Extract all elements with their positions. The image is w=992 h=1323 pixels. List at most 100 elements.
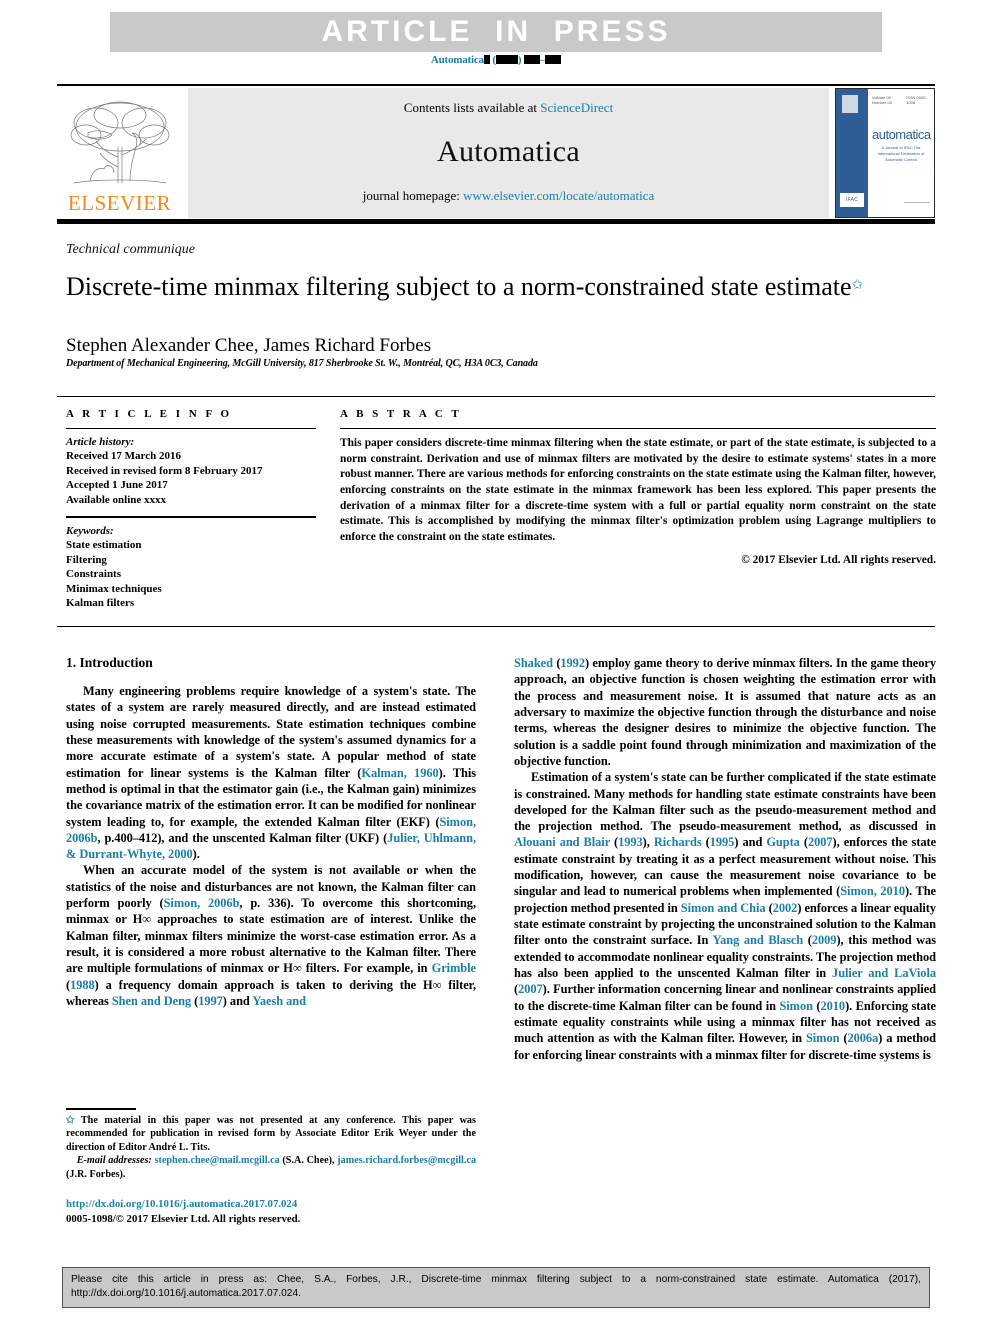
keyword-item: State estimation [66, 539, 142, 552]
citation-year-link[interactable]: 2007 [808, 835, 833, 849]
citation-link[interactable]: Gupta [766, 835, 800, 849]
article-history-item: Available online xxxx [66, 493, 167, 506]
paragraph-text: ( [609, 835, 619, 850]
paragraph-text: ( [803, 933, 812, 948]
citation-year-link[interactable]: 2002 [773, 901, 798, 915]
cover-issn: ISSN 0005-1098 [906, 95, 927, 105]
paragraph-text: ). [192, 847, 200, 862]
cover-journal-title: automatica [872, 127, 931, 142]
citation-year-link[interactable]: 1993 [618, 835, 643, 849]
abstract-heading: A B S T R A C T [340, 408, 462, 420]
journal-homepage-link[interactable]: www.elsevier.com/locate/automatica [463, 188, 654, 203]
abstract-text: This paper considers discrete-time minma… [340, 437, 936, 543]
article-authors: Stephen Alexander Chee, James Richard Fo… [66, 335, 432, 356]
citation-link[interactable]: Richards [654, 835, 702, 849]
paragraph-text: ( [765, 900, 773, 915]
paragraph-text: ) and [222, 993, 253, 1008]
cover-journal-subtitle: A Journal of IFAC The International Fede… [877, 145, 925, 162]
article-history-item: Received 17 March 2016 [66, 450, 181, 462]
running-head-journal: Automatica [430, 54, 484, 66]
running-head-startpage-placeholder [523, 55, 540, 64]
paragraph: Shaked (1992) employ game theory to deri… [514, 655, 936, 769]
paragraph-text: , p.400–412), and the unscented Kalman f… [97, 830, 388, 845]
contents-available-line: Contents lists available at ScienceDirec… [404, 100, 613, 116]
citation-year-link[interactable]: 1997 [198, 994, 223, 1008]
citation-link[interactable]: Kalman, 1960 [361, 766, 438, 780]
info-top-rule [57, 396, 935, 397]
email-link[interactable]: james.richard.forbes@mcgill.ca [337, 1155, 476, 1166]
email-link[interactable]: stephen.chee@mail.mcgill.ca [155, 1155, 280, 1166]
running-head: Automatica () – [0, 54, 992, 66]
article-info-column: A R T I C L E I N F O Article history: R… [66, 408, 316, 611]
paragraph-text: Estimation of a system's state can be fu… [514, 770, 936, 834]
citation-link[interactable]: Yang and Blasch [713, 933, 804, 947]
citation-link[interactable]: Grimble [432, 961, 476, 975]
doi-link[interactable]: http://dx.doi.org/10.1016/j.automatica.2… [66, 1197, 476, 1212]
article-info-heading: A R T I C L E I N F O [66, 408, 233, 420]
citation-link[interactable]: Shen and Deng [112, 994, 191, 1008]
citation-year-link[interactable]: 2010 [820, 999, 845, 1013]
citation-year-link[interactable]: 1992 [560, 656, 585, 670]
masthead-center: Contents lists available at ScienceDirec… [188, 88, 829, 218]
abstract-divider [340, 428, 936, 429]
keyword-item: Filtering [66, 553, 107, 566]
citation-link[interactable]: Julier and LaViola [832, 966, 936, 980]
article-title-text: Discrete-time minmax filtering subject t… [66, 272, 852, 301]
citation-link[interactable]: Simon, 2010 [840, 884, 905, 898]
citation-link[interactable]: Simon [806, 1031, 840, 1045]
cover-bottom-rule [904, 202, 930, 203]
article-in-press-label: ARTICLE IN PRESS [321, 15, 671, 48]
footnote-text: The material in this paper was not prese… [66, 1115, 476, 1153]
citation-link[interactable]: Alouani and Blair [514, 835, 610, 849]
running-head-endpage-placeholder [545, 55, 562, 64]
body-left-column: 1. Introduction Many engineering problem… [66, 655, 476, 1009]
keyword-item: Constraints [66, 568, 122, 581]
email-addresses-label: E-mail addresses: [76, 1155, 152, 1167]
article-history-label: Article history: [66, 436, 135, 448]
email-owner: (S.A. Chee), [279, 1155, 335, 1167]
journal-homepage-line: journal homepage: www.elsevier.com/locat… [363, 188, 655, 204]
abstract-column: A B S T R A C T This paper considers dis… [340, 408, 936, 566]
citation-year-link[interactable]: 1988 [70, 978, 95, 992]
sciencedirect-link[interactable]: ScienceDirect [540, 100, 613, 115]
paragraph: Estimation of a system's state can be fu… [514, 769, 936, 1063]
citation-link[interactable]: Yaesh and [252, 994, 306, 1008]
title-footnote-star-icon[interactable]: ✩ [852, 278, 864, 293]
paragraph-text: ), [642, 835, 654, 850]
cover-blue-strip: IFAC [836, 89, 868, 217]
citation-link[interactable]: Simon [779, 999, 813, 1013]
keywords-label: Keywords: [66, 525, 114, 538]
cover-volume-line: Volume 00 · Number 00 ISSN 0005-1098 [872, 95, 930, 105]
article-section-type: Technical communique [66, 242, 195, 257]
info-divider-1 [66, 428, 316, 429]
paragraph: Many engineering problems require knowle… [66, 683, 476, 862]
page-title: Discrete-time minmax filtering subject t… [66, 272, 906, 303]
elsevier-tree-icon [70, 101, 169, 184]
citation-year-link[interactable]: 2009 [812, 933, 837, 947]
citation-year-link[interactable]: 2006a [848, 1031, 879, 1045]
paragraph-text: ) and [734, 835, 767, 850]
footnote-block: ✩ The material in this paper was not pre… [66, 1114, 476, 1181]
masthead: ELSEVIER Contents lists available at Sci… [57, 88, 935, 218]
citation-link[interactable]: Shaked [514, 656, 553, 670]
abstract-bottom-rule [57, 626, 935, 627]
article-history-item: Accepted 1 June 2017 [66, 479, 168, 492]
paragraph-text: ) employ game theory to derive minmax fi… [514, 656, 936, 768]
paragraph-text: ( [799, 835, 808, 850]
masthead-top-rule [57, 84, 935, 86]
masthead-bottom-rule [57, 219, 935, 224]
paragraph-text: ( [701, 835, 710, 850]
cover-ifac-logo-icon: IFAC [840, 193, 864, 207]
journal-cover-thumbnail[interactable]: IFAC Volume 00 · Number 00 ISSN 0005-109… [835, 88, 935, 218]
elsevier-logo: ELSEVIER [57, 88, 182, 218]
article-history-item: Received in revised form 8 February 2017 [66, 464, 263, 477]
issn-copyright-line: 0005-1098/© 2017 Elsevier Ltd. All right… [66, 1212, 301, 1225]
citation-footer: Please cite this article in press as: Ch… [62, 1267, 930, 1309]
abstract-copyright: © 2017 Elsevier Ltd. All rights reserved… [741, 554, 936, 567]
citation-link[interactable]: Simon, 2006b [164, 896, 240, 910]
citation-link[interactable]: Simon and Chia [681, 901, 766, 915]
email-owner: (J.R. Forbes). [66, 1168, 126, 1180]
citation-year-link[interactable]: 2007 [518, 982, 543, 996]
citation-year-link[interactable]: 1995 [710, 835, 735, 849]
section-heading-introduction: 1. Introduction [66, 655, 153, 670]
